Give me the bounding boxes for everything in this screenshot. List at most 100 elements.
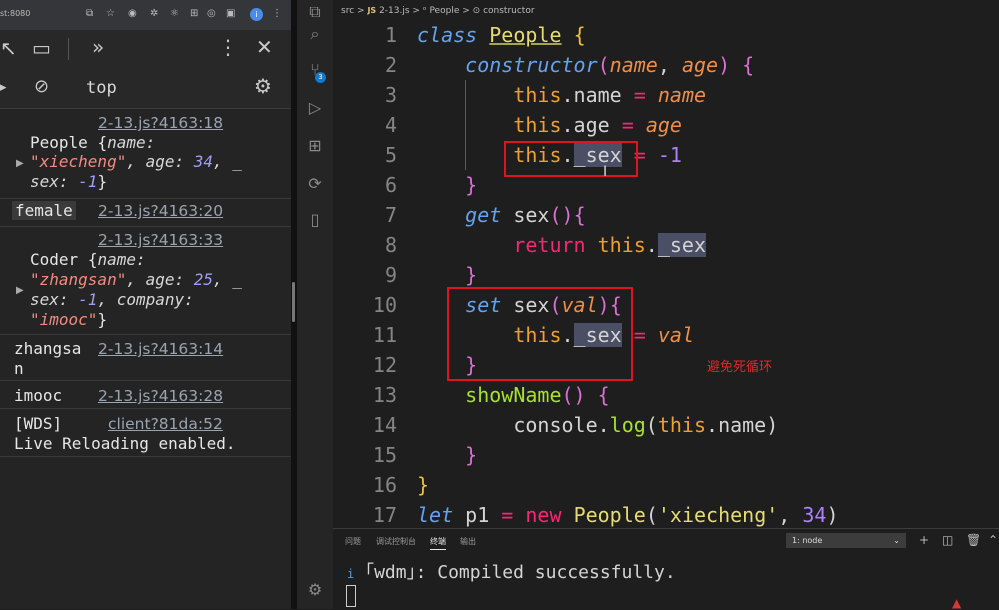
code-line: }: [465, 263, 478, 287]
extensions-icon[interactable]: ⊞: [305, 136, 325, 156]
clear-console-icon[interactable]: ⊘: [34, 75, 49, 99]
line-number: 11: [372, 323, 397, 347]
remote-icon[interactable]: ⟳: [305, 174, 325, 194]
code-line: return this._sex: [513, 233, 707, 257]
breadcrumb-separator: >: [357, 6, 365, 16]
browser-menu-icon[interactable]: ⋮: [272, 8, 282, 20]
code-line: }: [465, 443, 478, 467]
source-control-badge: 3: [315, 72, 326, 83]
class-symbol-icon: ᵒ: [422, 6, 427, 16]
tab-problems[interactable]: 问题: [345, 536, 361, 547]
console-settings-gear-icon[interactable]: ⚙: [254, 74, 272, 98]
breadcrumb-src[interactable]: src: [341, 6, 354, 16]
line-number: 6: [384, 173, 397, 197]
code-line: console.log(this.name): [417, 413, 779, 437]
line-number: 15: [372, 443, 397, 467]
line-number: 5: [384, 143, 397, 167]
code-line: constructor(name, age) {: [465, 53, 755, 77]
console-source-link[interactable]: 2-13.js?4163:14: [98, 340, 223, 358]
sidebar-toggle-icon[interactable]: ▸: [0, 75, 7, 99]
extension-grid-icon[interactable]: ⊞: [190, 8, 200, 20]
chevron-down-icon: ⌄: [893, 536, 900, 545]
maximize-panel-icon[interactable]: ⌃: [988, 533, 998, 547]
expand-triangle-icon[interactable]: ▶: [16, 285, 24, 296]
breadcrumb-class[interactable]: People: [429, 6, 459, 16]
code-line: }: [417, 473, 430, 497]
context-selector[interactable]: top: [86, 78, 117, 98]
console-source-link[interactable]: 2-13.js?4163:20: [98, 202, 223, 220]
explorer-icon[interactable]: ⧉: [305, 2, 325, 22]
code-line: this.age = age: [513, 113, 682, 137]
breadcrumb: src > JS 2-13.js > ᵒ People > ⊙ construc…: [341, 6, 535, 16]
extension-gear-icon[interactable]: ✲: [150, 8, 160, 20]
console-text: female: [12, 201, 76, 220]
terminal-cursor[interactable]: [346, 585, 356, 607]
line-number: 9: [384, 263, 397, 287]
line-number: 13: [372, 383, 397, 407]
line-number: 3: [384, 83, 397, 107]
console-text: imooc: [14, 386, 63, 405]
new-terminal-icon[interactable]: +: [919, 533, 929, 547]
console-source-link[interactable]: client?81da:52: [108, 415, 223, 433]
notebook-icon[interactable]: ▯: [305, 210, 325, 230]
console-source-link[interactable]: 2-13.js?4163:28: [98, 387, 223, 405]
search-icon[interactable]: ⌕: [305, 24, 325, 44]
line-number: 7: [384, 203, 397, 227]
code-line: let p1 = new People('xiecheng', 34): [417, 503, 839, 527]
breadcrumb-separator: >: [412, 6, 420, 16]
console-text: n: [14, 359, 24, 378]
line-number: 1: [384, 23, 397, 47]
extension-image-icon[interactable]: ▣: [226, 8, 236, 20]
text-cursor-icon: I: [603, 164, 608, 180]
tab-debug-console[interactable]: 调试控制台: [376, 536, 416, 547]
annotation-text: 避免死循环: [707, 360, 773, 375]
devtools-menu-icon[interactable]: ⋮: [218, 35, 238, 59]
split-terminal-icon[interactable]: ◫: [942, 533, 953, 547]
line-number: 12: [372, 353, 397, 377]
console-source-link[interactable]: 2-13.js?4163:33: [98, 231, 223, 249]
console-object-line: "zhangsan", age: 25, _: [30, 270, 242, 289]
extension-circle-icon[interactable]: ◎: [207, 8, 217, 20]
tab-terminal[interactable]: 终端: [430, 536, 446, 550]
bookmark-star-icon[interactable]: ☆: [106, 8, 116, 20]
inspect-element-icon[interactable]: ↖: [0, 36, 17, 60]
splitter-handle[interactable]: [292, 282, 295, 322]
profile-avatar[interactable]: i: [250, 8, 263, 21]
browser-toolbar: [0, 0, 291, 30]
manage-gear-icon[interactable]: ⚙: [305, 580, 325, 600]
extension-react-icon[interactable]: ⚛: [170, 8, 180, 20]
close-devtools-icon[interactable]: ✕: [256, 35, 273, 59]
console-object[interactable]: People {name:: [30, 133, 155, 152]
code-line: }: [465, 173, 478, 197]
address-bar[interactable]: st:8080: [0, 9, 30, 18]
breadcrumb-method[interactable]: constructor: [483, 6, 534, 16]
translate-icon[interactable]: ⧉: [86, 8, 96, 20]
terminal-output: i ｢wdm｣: Compiled successfully.: [347, 562, 676, 583]
breadcrumb-file[interactable]: 2-13.js: [379, 6, 409, 16]
line-number: 4: [384, 113, 397, 137]
code-line: this.name = name: [513, 83, 707, 107]
info-icon: i: [347, 567, 355, 581]
console-source-link[interactable]: 2-13.js?4163:18: [98, 114, 223, 132]
terminal-select[interactable]: 1: node ⌄: [786, 533, 906, 548]
kill-terminal-icon[interactable]: 🗑: [966, 533, 981, 547]
highlight-box: [447, 287, 633, 381]
tab-output[interactable]: 输出: [460, 536, 476, 547]
toolbar-divider: [68, 38, 69, 60]
line-number: 17: [372, 503, 397, 527]
line-number: 14: [372, 413, 397, 437]
console-object-line: sex: -1, company:: [30, 290, 194, 309]
code-line: get sex(){: [465, 203, 586, 227]
extension-icon[interactable]: ◉: [128, 8, 138, 20]
run-debug-icon[interactable]: ▷: [305, 98, 325, 118]
console-object[interactable]: Coder {name:: [30, 250, 146, 269]
more-tabs-icon[interactable]: »: [92, 35, 104, 59]
breadcrumb-separator: >: [462, 6, 470, 16]
console-text: zhangsa: [14, 339, 82, 358]
expand-triangle-icon[interactable]: ▶: [16, 158, 24, 169]
code-line: class People {: [417, 23, 586, 47]
highlight-box: [504, 141, 638, 177]
device-toolbar-icon[interactable]: ▭: [32, 36, 51, 60]
line-number: 2: [384, 53, 397, 77]
line-number: 10: [372, 293, 397, 317]
